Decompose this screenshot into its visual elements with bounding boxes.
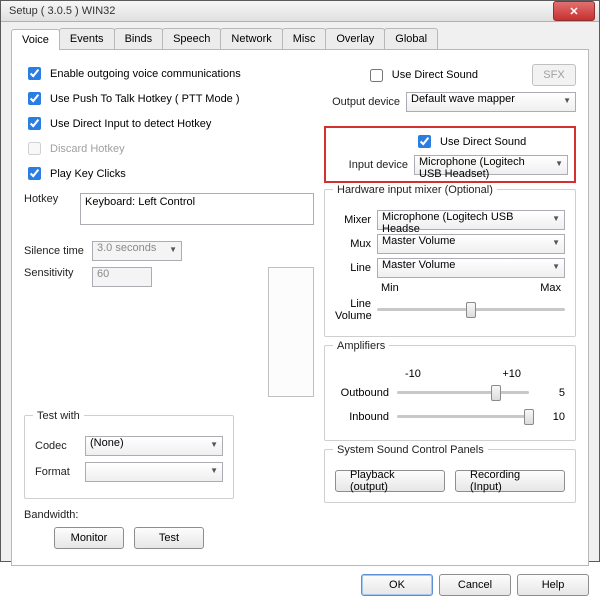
test-with-fieldset: Test with Codec (None) Format bbox=[24, 415, 234, 499]
play-key-clicks-input[interactable] bbox=[28, 167, 41, 180]
slider-thumb-icon[interactable] bbox=[491, 385, 501, 401]
playback-button[interactable]: Playback (output) bbox=[335, 470, 445, 492]
sensitivity-label: Sensitivity bbox=[24, 267, 86, 279]
level-meter bbox=[268, 267, 314, 397]
inbound-label: Inbound bbox=[335, 411, 389, 423]
amplifiers-legend: Amplifiers bbox=[333, 340, 389, 352]
min-label: Min bbox=[381, 282, 399, 294]
use-ptt-label: Use Push To Talk Hotkey ( PTT Mode ) bbox=[50, 93, 240, 105]
enable-outgoing-checkbox[interactable]: Enable outgoing voice communications bbox=[24, 64, 314, 83]
dialog-footer: OK Cancel Help bbox=[11, 566, 589, 596]
discard-hotkey-input bbox=[28, 142, 41, 155]
use-direct-sound-in-checkbox[interactable]: Use Direct Sound bbox=[414, 132, 526, 151]
amplifiers-fieldset: Amplifiers -10 +10 Outbound bbox=[324, 345, 576, 441]
titlebar: Setup ( 3.0.5 ) WIN32 ✕ bbox=[1, 1, 599, 22]
tab-misc[interactable]: Misc bbox=[282, 28, 327, 49]
codec-select[interactable]: (None) bbox=[85, 436, 223, 456]
line-volume-slider[interactable] bbox=[377, 299, 565, 321]
hotkey-label: Hotkey bbox=[24, 193, 74, 205]
inbound-value: 10 bbox=[537, 411, 565, 423]
max-label: Max bbox=[540, 282, 561, 294]
discard-hotkey-checkbox: Discard Hotkey bbox=[24, 139, 314, 158]
use-directinput-label: Use Direct Input to detect Hotkey bbox=[50, 118, 211, 130]
close-button[interactable]: ✕ bbox=[553, 1, 595, 21]
monitor-button[interactable]: Monitor bbox=[54, 527, 124, 549]
input-device-label: Input device bbox=[332, 159, 408, 171]
input-device-select[interactable]: Microphone (Logitech USB Headset) bbox=[414, 155, 568, 175]
tab-overlay[interactable]: Overlay bbox=[325, 28, 385, 49]
mixer-select[interactable]: Microphone (Logitech USB Headse bbox=[377, 210, 565, 230]
use-ptt-input[interactable] bbox=[28, 92, 41, 105]
enable-outgoing-input[interactable] bbox=[28, 67, 41, 80]
tab-strip: Voice Events Binds Speech Network Misc O… bbox=[11, 28, 589, 50]
outbound-value: 5 bbox=[537, 387, 565, 399]
amp-scale-right: +10 bbox=[502, 368, 521, 380]
sound-panels-fieldset: System Sound Control Panels Playback (ou… bbox=[324, 449, 576, 503]
enable-outgoing-label: Enable outgoing voice communications bbox=[50, 68, 241, 80]
right-column: Use Direct Sound SFX Output device Defau… bbox=[324, 64, 576, 555]
hotkey-field[interactable]: Keyboard: Left Control bbox=[80, 193, 314, 225]
use-direct-sound-in-input[interactable] bbox=[418, 135, 431, 148]
output-device-label: Output device bbox=[324, 96, 400, 108]
format-label: Format bbox=[35, 466, 79, 478]
sensitivity-input[interactable]: 60 bbox=[92, 267, 152, 287]
ok-button[interactable]: OK bbox=[361, 574, 433, 596]
left-column: Enable outgoing voice communications Use… bbox=[24, 64, 314, 555]
tab-network[interactable]: Network bbox=[220, 28, 282, 49]
output-device-select[interactable]: Default wave mapper bbox=[406, 92, 576, 112]
use-direct-sound-out-input[interactable] bbox=[370, 69, 383, 82]
amp-scale-left: -10 bbox=[405, 368, 421, 380]
bandwidth-label: Bandwidth: bbox=[24, 509, 78, 521]
test-with-legend: Test with bbox=[33, 410, 84, 422]
hardware-mixer-fieldset: Hardware input mixer (Optional) Mixer Mi… bbox=[324, 189, 576, 337]
use-direct-sound-out-checkbox[interactable]: Use Direct Sound bbox=[366, 66, 478, 85]
line-label: Line bbox=[335, 262, 371, 274]
setup-window: Setup ( 3.0.5 ) WIN32 ✕ Voice Events Bin… bbox=[0, 0, 600, 562]
play-key-clicks-label: Play Key Clicks bbox=[50, 168, 126, 180]
tab-binds[interactable]: Binds bbox=[114, 28, 164, 49]
silence-time-select[interactable]: 3.0 seconds bbox=[92, 241, 182, 261]
voice-page: Enable outgoing voice communications Use… bbox=[11, 50, 589, 566]
slider-thumb-icon[interactable] bbox=[524, 409, 534, 425]
cancel-button[interactable]: Cancel bbox=[439, 574, 511, 596]
use-direct-sound-in-label: Use Direct Sound bbox=[440, 136, 526, 148]
outbound-slider[interactable] bbox=[397, 382, 529, 404]
use-directinput-checkbox[interactable]: Use Direct Input to detect Hotkey bbox=[24, 114, 314, 133]
client-area: Voice Events Binds Speech Network Misc O… bbox=[1, 22, 599, 606]
tab-voice[interactable]: Voice bbox=[11, 29, 60, 50]
mux-label: Mux bbox=[335, 238, 371, 250]
inbound-slider[interactable] bbox=[397, 406, 529, 428]
sound-panels-legend: System Sound Control Panels bbox=[333, 444, 488, 456]
silence-time-label: Silence time bbox=[24, 245, 86, 257]
tab-events[interactable]: Events bbox=[59, 28, 115, 49]
use-direct-sound-out-label: Use Direct Sound bbox=[392, 69, 478, 81]
format-select[interactable] bbox=[85, 462, 223, 482]
input-device-highlight: Use Direct Sound Input device Microphone… bbox=[324, 126, 576, 183]
test-button[interactable]: Test bbox=[134, 527, 204, 549]
codec-label: Codec bbox=[35, 440, 79, 452]
line-select[interactable]: Master Volume bbox=[377, 258, 565, 278]
mixer-label: Mixer bbox=[335, 214, 371, 226]
hardware-mixer-legend: Hardware input mixer (Optional) bbox=[333, 184, 497, 196]
outbound-label: Outbound bbox=[335, 387, 389, 399]
close-icon: ✕ bbox=[569, 5, 578, 18]
mux-select[interactable]: Master Volume bbox=[377, 234, 565, 254]
use-directinput-input[interactable] bbox=[28, 117, 41, 130]
line-volume-label: Line Volume bbox=[335, 298, 371, 322]
slider-thumb-icon[interactable] bbox=[466, 302, 476, 318]
tab-speech[interactable]: Speech bbox=[162, 28, 221, 49]
recording-button[interactable]: Recording (Input) bbox=[455, 470, 565, 492]
play-key-clicks-checkbox[interactable]: Play Key Clicks bbox=[24, 164, 314, 183]
window-title: Setup ( 3.0.5 ) WIN32 bbox=[9, 5, 553, 17]
tab-global[interactable]: Global bbox=[384, 28, 438, 49]
discard-hotkey-label: Discard Hotkey bbox=[50, 143, 125, 155]
use-ptt-checkbox[interactable]: Use Push To Talk Hotkey ( PTT Mode ) bbox=[24, 89, 314, 108]
help-button[interactable]: Help bbox=[517, 574, 589, 596]
sfx-button: SFX bbox=[532, 64, 576, 86]
